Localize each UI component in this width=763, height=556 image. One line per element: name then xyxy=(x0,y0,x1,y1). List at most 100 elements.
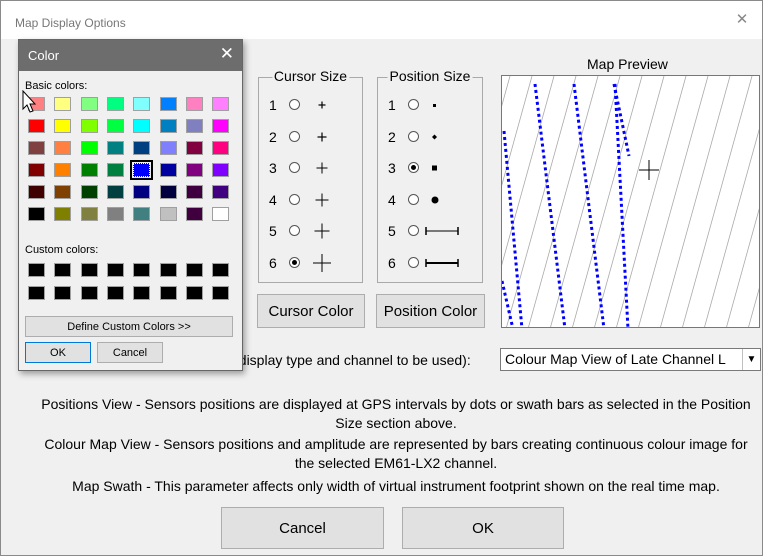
basic-color-swatch[interactable] xyxy=(159,163,177,177)
custom-color-swatch[interactable] xyxy=(28,263,45,277)
basic-color-swatch[interactable] xyxy=(185,185,203,199)
custom-color-swatch[interactable] xyxy=(80,263,98,277)
basic-color-swatch[interactable] xyxy=(54,185,72,199)
basic-color-swatch[interactable] xyxy=(212,119,230,133)
basic-color-swatch[interactable] xyxy=(54,119,72,133)
basic-color-swatch[interactable] xyxy=(28,207,45,221)
display-mode-select[interactable]: Colour Map View of Late Channel L ▼ xyxy=(500,348,761,371)
radio-button[interactable] xyxy=(408,130,419,142)
custom-color-swatch[interactable] xyxy=(212,286,230,300)
basic-color-swatch[interactable] xyxy=(185,141,203,155)
cursor-size-option-1[interactable]: 1 xyxy=(259,95,362,115)
basic-color-swatch[interactable] xyxy=(159,141,177,155)
basic-color-swatch[interactable] xyxy=(80,97,98,111)
custom-color-swatch[interactable] xyxy=(28,286,45,300)
basic-color-swatch[interactable] xyxy=(133,97,151,111)
basic-color-swatch[interactable] xyxy=(159,119,177,133)
custom-color-swatch[interactable] xyxy=(80,286,98,300)
basic-color-swatch[interactable] xyxy=(133,119,151,133)
basic-color-swatch[interactable] xyxy=(133,207,151,221)
position-size-option-4[interactable]: 4 xyxy=(378,190,482,210)
basic-color-swatch[interactable] xyxy=(130,160,154,180)
radio-button[interactable] xyxy=(289,256,300,268)
basic-color-swatch[interactable] xyxy=(212,141,230,155)
basic-color-swatch[interactable] xyxy=(133,141,151,155)
basic-color-swatch[interactable] xyxy=(212,97,230,111)
track-line xyxy=(726,208,759,327)
radio-button[interactable] xyxy=(408,193,419,205)
cursor-size-option-3[interactable]: 3 xyxy=(259,158,362,178)
position-size-title: Position Size xyxy=(387,68,473,84)
basic-color-swatch[interactable] xyxy=(212,163,230,177)
basic-color-swatch[interactable] xyxy=(106,119,124,133)
position-color-button[interactable]: Position Color xyxy=(376,294,485,328)
define-custom-colors-button[interactable]: Define Custom Colors >> xyxy=(25,316,233,337)
basic-color-swatch[interactable] xyxy=(106,141,124,155)
basic-color-swatch[interactable] xyxy=(185,163,203,177)
radio-button[interactable] xyxy=(289,130,300,142)
basic-color-swatch[interactable] xyxy=(80,207,98,221)
basic-color-swatch[interactable] xyxy=(185,207,203,221)
basic-color-swatch[interactable] xyxy=(80,141,98,155)
basic-color-swatch[interactable] xyxy=(185,97,203,111)
basic-color-swatch[interactable] xyxy=(28,119,45,133)
color-ok-button[interactable]: OK xyxy=(25,342,91,363)
ok-button[interactable]: OK xyxy=(402,507,564,549)
basic-color-swatch[interactable] xyxy=(159,207,177,221)
basic-color-swatch[interactable] xyxy=(106,185,124,199)
basic-color-swatch[interactable] xyxy=(28,141,45,155)
position-size-option-6[interactable]: 6 xyxy=(378,253,482,273)
color-cancel-button[interactable]: Cancel xyxy=(97,342,163,363)
basic-color-swatch[interactable] xyxy=(54,207,72,221)
radio-button[interactable] xyxy=(408,162,419,173)
radio-button[interactable] xyxy=(408,256,419,268)
custom-color-swatch[interactable] xyxy=(106,286,124,300)
radio-button[interactable] xyxy=(408,225,419,236)
basic-color-swatch[interactable] xyxy=(212,185,230,199)
basic-color-swatch[interactable] xyxy=(106,163,124,177)
radio-button[interactable] xyxy=(289,225,300,236)
basic-color-swatch[interactable] xyxy=(133,185,151,199)
radio-button[interactable] xyxy=(289,193,300,205)
custom-color-swatch[interactable] xyxy=(133,286,151,300)
close-icon[interactable]: ✕ xyxy=(722,7,762,33)
custom-color-swatch[interactable] xyxy=(185,263,203,277)
custom-color-swatch[interactable] xyxy=(106,263,124,277)
basic-color-swatch[interactable] xyxy=(54,163,72,177)
custom-color-swatch[interactable] xyxy=(54,263,72,277)
cursor-size-option-2[interactable]: 2 xyxy=(259,127,362,147)
custom-color-swatch[interactable] xyxy=(54,286,72,300)
basic-color-swatch[interactable] xyxy=(80,119,98,133)
basic-color-swatch[interactable] xyxy=(159,97,177,111)
basic-color-swatch[interactable] xyxy=(28,163,45,177)
cancel-button[interactable]: Cancel xyxy=(221,507,384,549)
radio-button[interactable] xyxy=(289,162,300,173)
custom-color-swatch[interactable] xyxy=(159,286,177,300)
basic-color-swatch[interactable] xyxy=(106,207,124,221)
chevron-down-icon[interactable]: ▼ xyxy=(742,349,760,370)
basic-color-swatch[interactable] xyxy=(106,97,124,111)
basic-color-swatch[interactable] xyxy=(54,141,72,155)
position-size-option-1[interactable]: 1 xyxy=(378,95,482,115)
custom-color-swatch[interactable] xyxy=(159,263,177,277)
basic-color-swatch[interactable] xyxy=(159,185,177,199)
basic-color-swatch[interactable] xyxy=(54,97,72,111)
cursor-size-option-5[interactable]: 5 xyxy=(259,221,362,241)
basic-color-swatch[interactable] xyxy=(80,163,98,177)
custom-color-swatch[interactable] xyxy=(212,263,230,277)
basic-color-swatch[interactable] xyxy=(28,185,45,199)
custom-color-swatch[interactable] xyxy=(185,286,203,300)
close-icon[interactable]: ✕ xyxy=(220,44,234,64)
basic-color-swatch[interactable] xyxy=(212,207,230,221)
basic-color-swatch[interactable] xyxy=(185,119,203,133)
position-size-option-5[interactable]: 5 xyxy=(378,221,482,241)
radio-button[interactable] xyxy=(289,99,300,110)
cursor-size-option-6[interactable]: 6 xyxy=(259,253,362,273)
cursor-color-button[interactable]: Cursor Color xyxy=(257,294,365,328)
radio-button[interactable] xyxy=(408,99,419,110)
position-size-option-3[interactable]: 3 xyxy=(378,158,482,178)
basic-color-swatch[interactable] xyxy=(80,185,98,199)
position-size-option-2[interactable]: 2 xyxy=(378,127,482,147)
cursor-size-option-4[interactable]: 4 xyxy=(259,190,362,210)
custom-color-swatch[interactable] xyxy=(133,263,151,277)
